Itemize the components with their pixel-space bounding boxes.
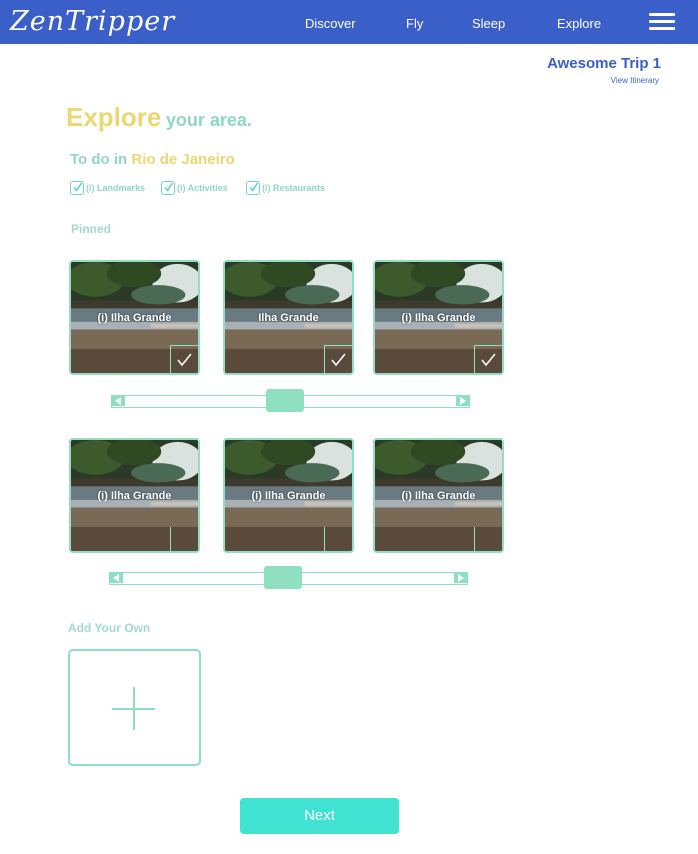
filter-activities-label: (i) Activities	[177, 183, 228, 193]
pinned-scroll-slider[interactable]	[111, 389, 470, 412]
checkbox-restaurants[interactable]	[246, 181, 260, 195]
card-title: Ilha Grande	[258, 312, 319, 324]
checkbox-landmarks[interactable]	[70, 181, 84, 195]
pinned-card-2[interactable]: Ilha Grande	[223, 260, 354, 375]
check-icon[interactable]	[324, 345, 352, 373]
check-icon[interactable]	[170, 345, 198, 373]
card-title: (i) Ilha Grande	[401, 312, 476, 324]
suggested-card-3[interactable]: (i) Ilha Grande	[373, 438, 504, 553]
scroll-left-arrow-icon[interactable]	[110, 573, 123, 583]
nav-link-discover[interactable]: Discover	[305, 16, 356, 31]
pinned-card-3[interactable]: (i) Ilha Grande	[373, 260, 504, 375]
pinned-label: Pinned	[71, 222, 112, 236]
add-your-own-label: Add Your Own	[68, 621, 151, 635]
suggested-card-2[interactable]: (i) Ilha Grande	[223, 438, 354, 553]
app-logo[interactable]: ZenTripper	[10, 6, 175, 37]
plus-icon	[133, 687, 135, 730]
top-navbar: ZenTripper Discover Fly Sleep Explore	[0, 0, 698, 44]
suggested-card-1[interactable]: (i) Ilha Grande	[69, 438, 200, 553]
card-title: (i) Ilha Grande	[97, 312, 172, 324]
nav-link-sleep[interactable]: Sleep	[472, 16, 505, 31]
nav-link-fly[interactable]: Fly	[406, 16, 423, 31]
hamburger-menu-icon[interactable]	[649, 13, 675, 31]
add-own-button[interactable]	[68, 649, 201, 766]
filter-restaurants-label: (i) Restaurants	[262, 183, 326, 193]
scroll-left-arrow-icon[interactable]	[112, 396, 125, 406]
page-title: Explore your area.	[66, 102, 252, 133]
check-divider	[170, 527, 171, 551]
trip-title: Awesome Trip 1	[547, 55, 661, 72]
todo-prefix: To do in	[70, 151, 128, 168]
suggested-scroll-slider[interactable]	[109, 566, 468, 589]
scroll-right-arrow-icon[interactable]	[456, 396, 469, 406]
card-title: (i) Ilha Grande	[97, 490, 172, 502]
check-divider	[474, 527, 475, 551]
checkbox-activities[interactable]	[161, 181, 175, 195]
view-itinerary-link[interactable]: View Itinerary	[611, 76, 659, 85]
nav-link-explore[interactable]: Explore	[557, 16, 601, 31]
slider-thumb[interactable]	[266, 389, 304, 412]
todo-heading: To do in Rio de Janeiro	[70, 151, 235, 168]
todo-city: Rio de Janeiro	[131, 151, 235, 168]
card-title: (i) Ilha Grande	[251, 490, 326, 502]
check-icon[interactable]	[474, 345, 502, 373]
pinned-card-1[interactable]: (i) Ilha Grande	[69, 260, 200, 375]
page-title-emphasis: Explore	[66, 102, 162, 132]
next-button[interactable]: Next	[240, 798, 399, 834]
card-title: (i) Ilha Grande	[401, 490, 476, 502]
page-title-rest: your area.	[165, 110, 252, 130]
check-divider	[324, 527, 325, 551]
slider-thumb[interactable]	[264, 566, 302, 589]
filter-landmarks-label: (i) Landmarks	[86, 183, 146, 193]
scroll-right-arrow-icon[interactable]	[454, 573, 467, 583]
